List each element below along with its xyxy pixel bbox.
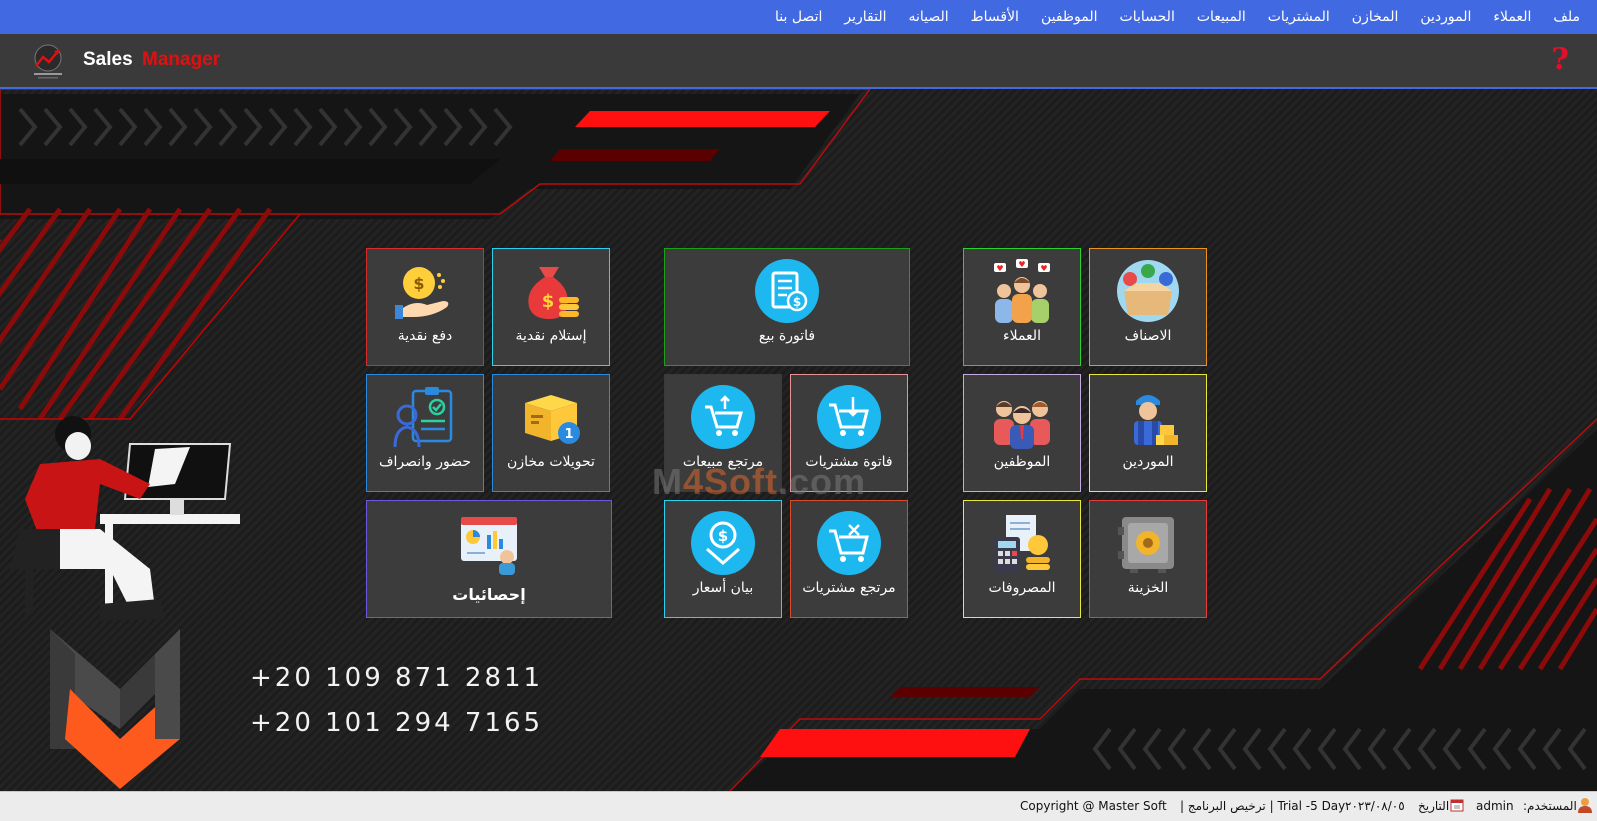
menu-list: ملف العملاء الموردين المخازن المشتريات ا… [0, 0, 1597, 34]
employees-icon [994, 401, 1050, 449]
help-icon[interactable]: ? [1551, 42, 1569, 77]
safe-vault-icon [1118, 517, 1174, 573]
cart-cancel-icon [817, 511, 881, 575]
menu-item-maintenance[interactable]: الصيانه [897, 9, 959, 25]
tile-label: الموظفين [993, 454, 1051, 470]
svg-text:♥: ♥ [996, 264, 1003, 273]
svg-text:$: $ [542, 291, 555, 312]
tile-purchase-return[interactable]: مرتجع مشتريات [790, 500, 908, 618]
master-soft-m-logo [50, 629, 180, 789]
tile-store-transfers[interactable]: 1 تحويلات مخازن [492, 374, 610, 492]
person-at-desk-illustration [10, 416, 240, 621]
date-label: التاريخ [1418, 799, 1450, 813]
tile-label: المصروفات [988, 580, 1056, 596]
tile-label: العملاء [1003, 328, 1041, 344]
app-logo-icon [34, 44, 62, 79]
tile-price-quote[interactable]: $ بيان أسعار [664, 500, 782, 618]
tile-purchase-invoice[interactable]: فاتوة مشتريات [790, 374, 908, 492]
user-label: المستخدم: [1523, 799, 1577, 813]
menu-item-accounts[interactable]: الحسابات [1109, 9, 1186, 25]
svg-text:$: $ [793, 295, 801, 309]
tile-label: مرتجع مشتريات [802, 580, 896, 596]
menu-item-customers[interactable]: العملاء [1482, 9, 1542, 25]
menu-item-contact[interactable]: اتصل بنا [764, 9, 833, 25]
tile-label: بيان أسعار [692, 580, 754, 596]
contact-phone-2: +20 101 294 7165 [250, 708, 544, 738]
shopping-cart-icon [817, 385, 881, 449]
tile-label: الموردين [1122, 454, 1174, 470]
calculator-expenses-icon [994, 515, 1050, 573]
svg-text:♥: ♥ [1018, 260, 1025, 269]
tile-cash-payment[interactable]: $ دفع نقدية [366, 248, 484, 366]
tile-expenses[interactable]: المصروفات [963, 500, 1081, 618]
svg-text:$: $ [413, 274, 424, 293]
menu-item-installments[interactable]: الأقساط [960, 9, 1030, 25]
cart-return-icon [691, 385, 755, 449]
tile-label: إحصائيات [452, 585, 526, 604]
svg-text:$: $ [718, 527, 728, 545]
date-value: ٢٠٢٣/٠٨/٠٥ [1345, 799, 1405, 813]
box-transfer-icon: 1 [525, 395, 580, 444]
customers-icon: ♥ ♥ ♥ [994, 259, 1050, 323]
tile-label: إستلام نقدية [515, 328, 587, 344]
menu-item-file[interactable]: ملف [1542, 9, 1591, 25]
app-title-manager: Manager [142, 49, 221, 70]
tile-customers[interactable]: ♥ ♥ ♥ العملاء [963, 248, 1081, 366]
tile-treasury[interactable]: الخزينة [1089, 500, 1207, 618]
menu-item-sales[interactable]: المبيعات [1186, 9, 1257, 25]
tile-label: الخزينة [1127, 580, 1169, 596]
tile-label: دفع نقدية [397, 328, 453, 344]
tile-label: فاتوة مشتريات [805, 454, 893, 470]
user-icon [1577, 797, 1593, 816]
tile-attendance[interactable]: حضور وانصراف [366, 374, 484, 492]
tile-sales-invoice[interactable]: $ فاتورة بيع [664, 248, 910, 366]
tile-label: الاصناف [1124, 328, 1172, 344]
menu-item-suppliers[interactable]: الموردين [1409, 9, 1482, 25]
svg-text:♥: ♥ [1040, 264, 1047, 273]
menu-item-reports[interactable]: التقارير [833, 9, 897, 25]
main-menu-bar: ملف العملاء الموردين المخازن المشتريات ا… [0, 0, 1597, 34]
app-header: Sales Manager ? [0, 34, 1597, 89]
tile-items[interactable]: الاصناف [1089, 248, 1207, 366]
tile-label: تحويلات مخازن [507, 454, 595, 470]
cash-payment-icon: $ [395, 267, 449, 319]
app-title-sales: Sales [83, 49, 133, 70]
tile-sales-return[interactable]: مرتجع مبيعات [664, 374, 782, 492]
attendance-checklist-icon [393, 387, 453, 448]
invoice-icon: $ [755, 259, 819, 323]
tile-statistics[interactable]: إحصائيات [366, 500, 612, 618]
calendar-icon [1450, 798, 1464, 815]
tile-suppliers[interactable]: الموردين [1089, 374, 1207, 492]
user-value: admin [1476, 799, 1514, 813]
supplier-worker-icon [1134, 395, 1178, 445]
tile-label: مرتجع مبيعات [682, 454, 764, 470]
dashboard-area: $ دفع نقدية $ إستلام نقدية $ فاتورة بيع [0, 89, 1597, 791]
svg-text:1: 1 [564, 427, 573, 442]
status-bar: Copyright @ Master Soft Trial -5 Day | ت… [0, 791, 1597, 821]
contact-phone-1: +20 109 871 2811 [250, 663, 544, 693]
price-quote-icon: $ [691, 511, 755, 575]
tile-label: فاتورة بيع [758, 328, 816, 344]
menu-item-purchases[interactable]: المشتريات [1257, 9, 1341, 25]
license-text: Trial -5 Day | ترخيص البرنامج | [1180, 799, 1346, 813]
tile-employees[interactable]: الموظفين [963, 374, 1081, 492]
tile-cash-receipt[interactable]: $ إستلام نقدية [492, 248, 610, 366]
money-bag-icon: $ [528, 267, 579, 319]
products-box-icon [1117, 260, 1179, 322]
statistics-dashboard-icon [461, 517, 517, 575]
menu-item-stores[interactable]: المخازن [1341, 9, 1410, 25]
copyright-text: Copyright @ Master Soft [1020, 799, 1167, 813]
menu-item-employees[interactable]: الموظفين [1030, 9, 1109, 25]
tile-label: حضور وانصراف [378, 454, 472, 470]
